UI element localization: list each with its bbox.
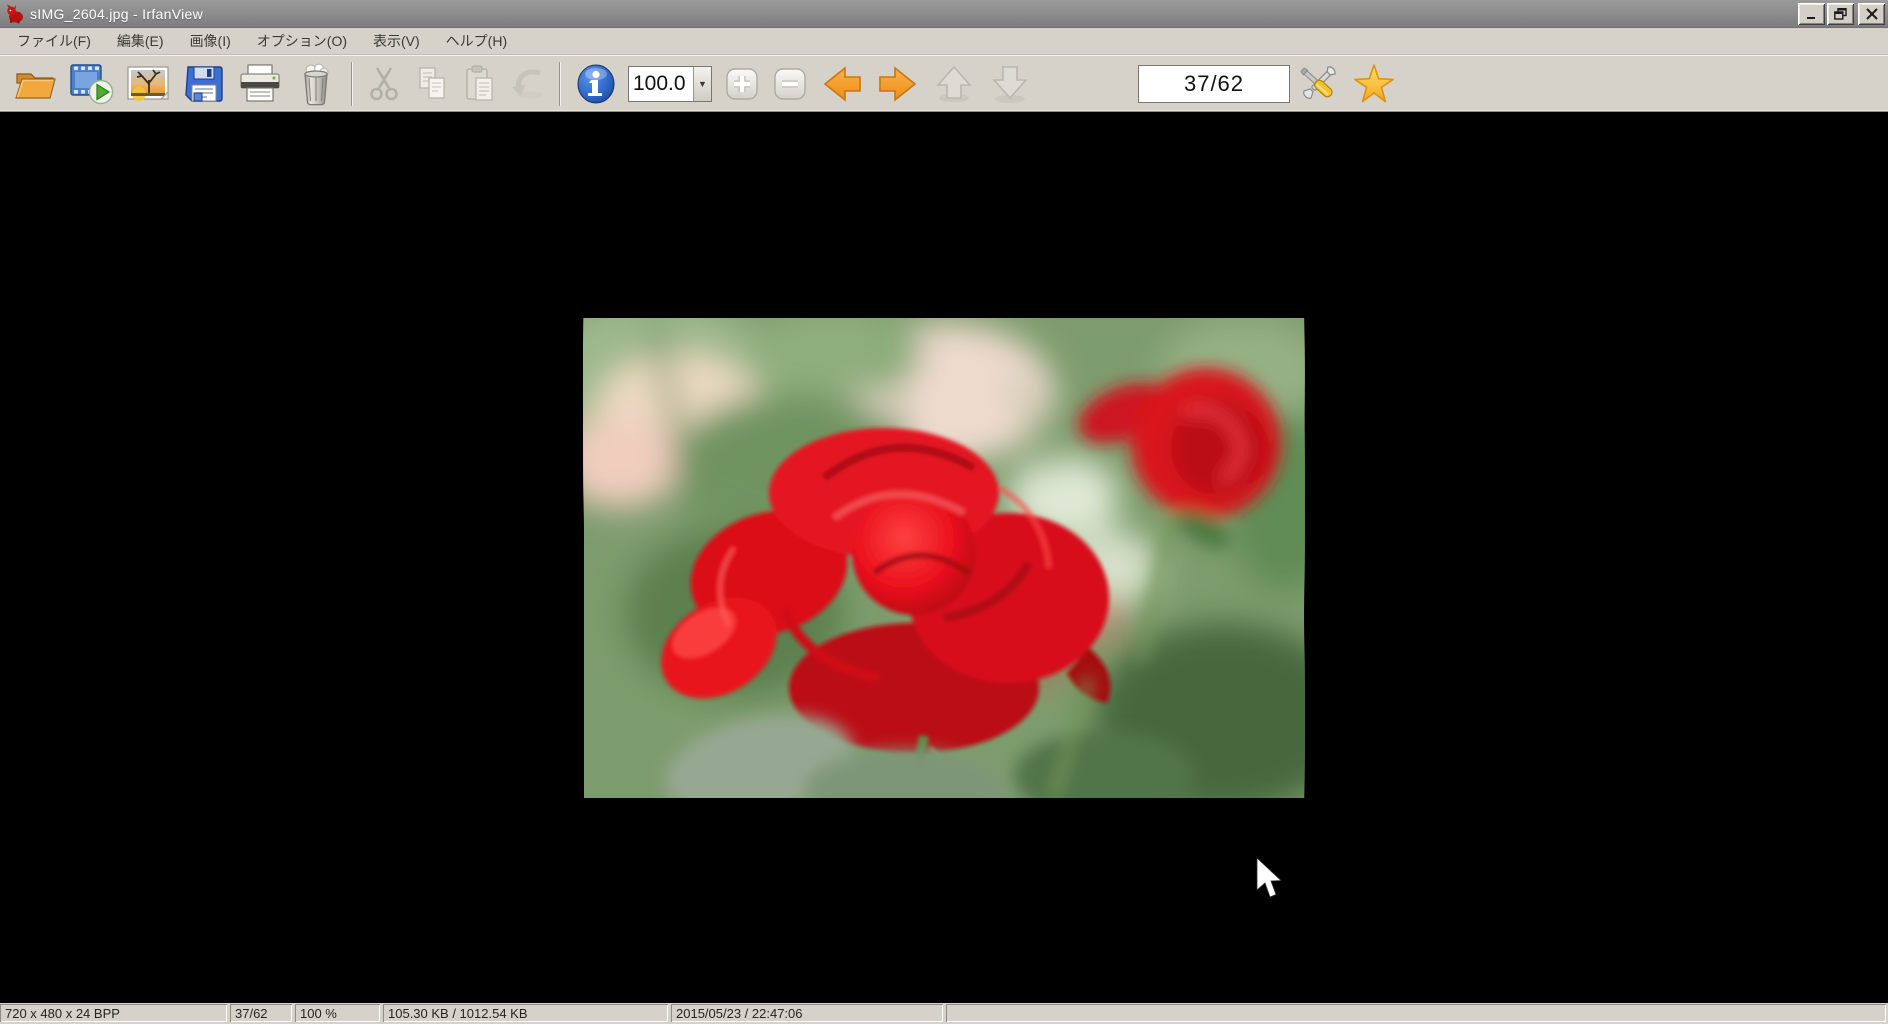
save-icon xyxy=(185,65,223,102)
next-image-button[interactable] xyxy=(870,59,926,109)
print-icon xyxy=(240,63,280,102)
arrow-down-icon xyxy=(992,65,1028,103)
plus-icon xyxy=(726,67,758,100)
paste-icon xyxy=(466,64,493,101)
menu-options[interactable]: オプション(O) xyxy=(244,27,360,55)
thumbnails-icon xyxy=(127,65,169,101)
arrow-right-icon xyxy=(879,65,917,102)
restore-icon xyxy=(1834,7,1847,20)
page-indicator-value: 37/62 xyxy=(1183,70,1245,96)
window-title: sIMG_2604.jpg - IrfanView xyxy=(30,5,203,22)
paste-button[interactable] xyxy=(456,59,504,109)
copy-button[interactable] xyxy=(408,59,456,109)
cut-button[interactable] xyxy=(360,59,408,109)
slideshow-icon xyxy=(70,63,114,104)
cut-icon xyxy=(370,66,398,100)
zoom-combo: ▼ xyxy=(628,65,712,102)
titlebar: sIMG_2604.jpg - IrfanView xyxy=(0,0,1888,28)
copy-icon xyxy=(419,66,445,99)
mouse-cursor xyxy=(1256,857,1282,898)
restore-button[interactable] xyxy=(1827,2,1854,25)
menu-edit[interactable]: 編集(E) xyxy=(104,27,177,55)
arrow-left-icon xyxy=(823,65,861,102)
thumbnails-button[interactable] xyxy=(120,59,176,109)
zoom-input[interactable] xyxy=(629,66,693,101)
undo-button[interactable] xyxy=(504,59,552,109)
menu-file[interactable]: ファイル(F) xyxy=(4,27,104,55)
status-empty xyxy=(946,1004,1886,1022)
save-button[interactable] xyxy=(176,59,232,109)
first-image-button[interactable] xyxy=(926,59,982,109)
minus-icon xyxy=(774,67,806,100)
status-file-position: 37/62 xyxy=(230,1004,292,1022)
star-icon xyxy=(1354,63,1394,102)
close-icon xyxy=(1865,7,1878,20)
minimize-icon xyxy=(1806,16,1815,19)
info-icon xyxy=(577,64,615,103)
irfanview-mascot-icon xyxy=(7,4,23,23)
statusbar: 720 x 480 x 24 BPP 37/62 100 % 105.30 KB… xyxy=(0,1003,1888,1024)
menubar: ファイル(F) 編集(E) 画像(I) オプション(O) 表示(V) ヘルプ(H… xyxy=(0,28,1888,55)
folder-open-icon xyxy=(15,72,56,99)
chevron-down-icon: ▼ xyxy=(698,78,707,89)
minimize-button[interactable] xyxy=(1798,2,1825,25)
delete-button[interactable] xyxy=(288,59,344,109)
photo-red-rose xyxy=(583,317,1305,798)
status-datetime: 2015/05/23 / 22:47:06 xyxy=(671,1004,943,1022)
arrow-up-icon xyxy=(936,65,972,102)
toolbar: ▼ xyxy=(0,55,1888,112)
slideshow-button[interactable] xyxy=(64,59,120,109)
toolbar-separator xyxy=(559,61,561,106)
status-zoom-percent: 100 % xyxy=(295,1004,380,1022)
menu-view[interactable]: 表示(V) xyxy=(360,27,433,55)
menu-help[interactable]: ヘルプ(H) xyxy=(433,27,520,55)
toolbar-separator xyxy=(351,61,353,106)
zoom-out-button[interactable] xyxy=(766,59,814,109)
zoom-dropdown-button[interactable]: ▼ xyxy=(693,66,711,101)
previous-image-button[interactable] xyxy=(814,59,870,109)
menu-image[interactable]: 画像(I) xyxy=(177,27,244,55)
zoom-in-button[interactable] xyxy=(718,59,766,109)
page-indicator-field[interactable]: 37/62 xyxy=(1138,64,1290,103)
delete-icon xyxy=(304,63,329,105)
status-image-dimensions: 720 x 480 x 24 BPP xyxy=(0,1004,227,1022)
favorites-button[interactable] xyxy=(1346,59,1402,109)
tools-icon xyxy=(1300,65,1336,99)
properties-button[interactable] xyxy=(1290,59,1346,109)
print-button[interactable] xyxy=(232,59,288,109)
last-image-button[interactable] xyxy=(982,59,1038,109)
undo-icon xyxy=(512,69,543,98)
info-button[interactable] xyxy=(568,59,624,109)
close-button[interactable] xyxy=(1858,2,1885,25)
irfanview-window: sIMG_2604.jpg - IrfanView ファイル(F) 編集(E) … xyxy=(0,0,1888,1024)
image-canvas[interactable] xyxy=(0,112,1888,1003)
status-file-size: 105.30 KB / 1012.54 KB xyxy=(383,1004,668,1022)
open-button[interactable] xyxy=(8,59,64,109)
